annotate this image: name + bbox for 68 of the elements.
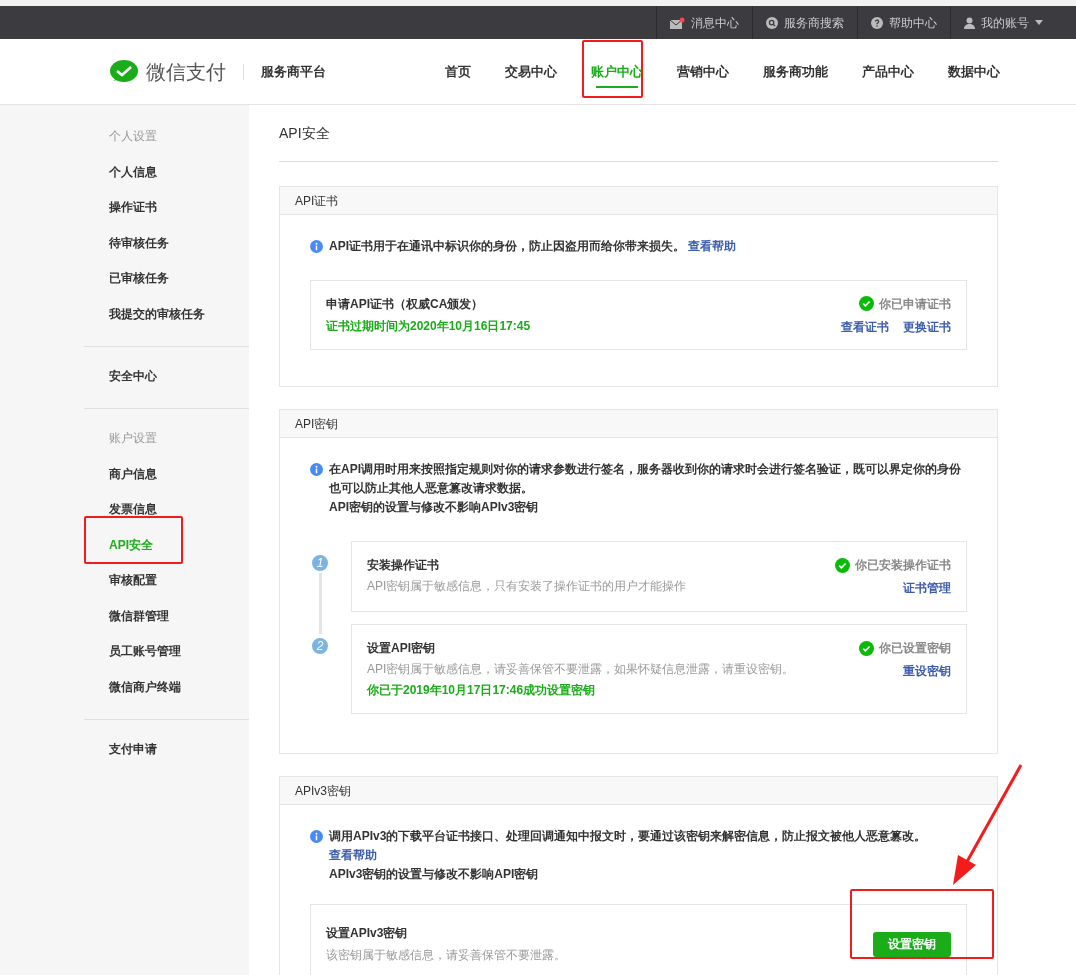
help-link[interactable]: 查看帮助 bbox=[329, 848, 377, 862]
info-icon bbox=[310, 240, 323, 253]
note-text: API密钥的设置与修改不影响APIv3密钥 bbox=[329, 499, 540, 516]
sidebar-item[interactable]: 商户信息 bbox=[109, 464, 157, 483]
sidebar-item[interactable]: 个人信息 bbox=[109, 162, 157, 181]
section-title: API证书 bbox=[295, 192, 339, 210]
step-title: 设置API密钥 bbox=[367, 640, 436, 657]
sidebar-item[interactable]: 发票信息 bbox=[109, 500, 157, 519]
card-link[interactable]: 更换证书 bbox=[903, 317, 951, 336]
nav-tab[interactable]: 数据中心 bbox=[931, 38, 1017, 105]
platform-name: 服务商平台 bbox=[261, 62, 326, 81]
card-link[interactable]: 查看证书 bbox=[841, 317, 889, 336]
check-circle-icon bbox=[859, 296, 874, 311]
highlight-frame bbox=[582, 40, 643, 98]
sidebar-item[interactable]: 审核配置 bbox=[109, 571, 157, 590]
step-title: 安装操作证书 bbox=[367, 557, 440, 574]
sidebar-item[interactable]: 待审核任务 bbox=[109, 233, 169, 252]
page-title: API安全 bbox=[279, 123, 330, 143]
info-icon bbox=[310, 830, 323, 843]
step-description: API密钥属于敏感信息，请妥善保管不要泄露，如果怀疑信息泄露，请重设密钥。 bbox=[367, 661, 795, 678]
status-text: 你已设置密钥 bbox=[879, 640, 951, 657]
user-icon bbox=[964, 16, 975, 29]
sidebar-item[interactable]: 我提交的审核任务 bbox=[109, 304, 205, 323]
top-bar-link[interactable]: 帮助中心 bbox=[857, 6, 950, 39]
caret-icon bbox=[1035, 20, 1043, 25]
sidebar-item[interactable]: 支付申请 bbox=[109, 740, 157, 759]
logo-icon bbox=[110, 59, 138, 84]
top-bar-link[interactable]: 服务商搜索 bbox=[752, 6, 857, 39]
step-link[interactable]: 重设密钥 bbox=[903, 662, 951, 680]
search-icon bbox=[766, 16, 778, 29]
card-title: 申请API证书（权威CA颁发） bbox=[326, 296, 485, 313]
info-text: API证书用于在通讯中标识你的身份，防止因盗用而给你带来损失。 查看帮助 bbox=[329, 238, 737, 255]
expiry-text: 证书过期时间为2020年10月16日17:45 bbox=[326, 318, 531, 335]
sidebar-item[interactable]: 员工账号管理 bbox=[109, 642, 181, 661]
card-title: 设置APIv3密钥 bbox=[326, 925, 409, 942]
sidebar-item[interactable]: 操作证书 bbox=[109, 198, 157, 217]
status-text: 你已安装操作证书 bbox=[855, 557, 951, 574]
step-link[interactable]: 证书管理 bbox=[903, 579, 951, 597]
help-icon bbox=[871, 16, 883, 29]
check-circle-icon bbox=[835, 557, 850, 573]
step-description: API密钥属于敏感信息，只有安装了操作证书的用户才能操作 bbox=[367, 578, 687, 595]
success-text: 你已于2019年10月17日17:46成功设置密钥 bbox=[367, 682, 597, 699]
logo-text: 微信支付 bbox=[146, 59, 226, 85]
section-title: APIv3密钥 bbox=[295, 782, 351, 800]
check-circle-icon bbox=[859, 640, 874, 656]
status-text: 你已申请证书 bbox=[879, 295, 951, 313]
nav-tab[interactable]: 交易中心 bbox=[488, 38, 574, 105]
sidebar-item[interactable]: 微信商户终端 bbox=[109, 677, 181, 696]
nav-tab[interactable]: 产品中心 bbox=[845, 38, 931, 105]
top-bar-link[interactable]: 我的账号 bbox=[950, 6, 1056, 39]
note-text: APIv3密钥的设置与修改不影响API密钥 bbox=[329, 866, 540, 883]
step-number: 1 bbox=[310, 553, 330, 573]
sidebar-item[interactable]: 微信群管理 bbox=[109, 606, 169, 625]
sidebar-item[interactable]: 已审核任务 bbox=[109, 269, 169, 288]
sidebar-heading: 个人设置 bbox=[108, 128, 158, 145]
help-link[interactable]: 查看帮助 bbox=[688, 239, 737, 253]
card-description: 该密钥属于敏感信息，请妥善保管不要泄露。 bbox=[326, 947, 566, 964]
sidebar-heading: 账户设置 bbox=[108, 430, 158, 447]
section-title: API密钥 bbox=[295, 415, 339, 433]
info-text: 调用APIv3的下载平台证书接口、处理回调通知中报文时，要通过该密钥来解密信息，防止报文被他人恶意篡改。 查看帮助 bbox=[329, 828, 928, 864]
info-icon bbox=[310, 463, 323, 476]
step-number: 2 bbox=[310, 636, 330, 656]
nav-tab[interactable]: 营销中心 bbox=[660, 38, 746, 105]
sidebar-item[interactable]: 安全中心 bbox=[109, 367, 157, 386]
nav-tab[interactable]: 首页 bbox=[428, 38, 488, 105]
nav-tab[interactable]: 服务商功能 bbox=[746, 38, 845, 105]
top-bar-link[interactable]: 消息中心 bbox=[656, 6, 752, 39]
info-text: 在API调用时用来按照指定规则对你的请求参数进行签名，服务器收到你的请求时会进行签名验证，既可以界定你的身份也可以防止其他人恶意篡改请求数据。 bbox=[329, 461, 962, 497]
